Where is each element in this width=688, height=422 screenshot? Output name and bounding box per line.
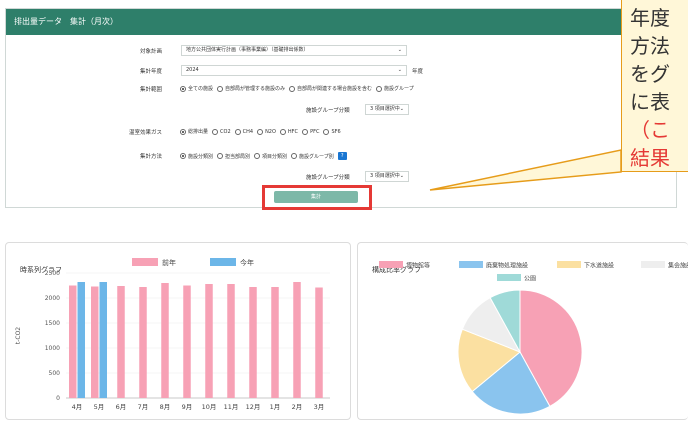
chevron-down-icon: ⌄ — [397, 67, 402, 73]
gas-radio-n2o[interactable] — [257, 128, 264, 135]
method-option-label: 担当部局別 — [225, 153, 251, 160]
method-radio-group: 施設分類別 担当部局別 項目分類別 施設グループ別 ? — [176, 152, 347, 160]
gas-radio-group: 総排出量 CO2 CH4 N2O HFC PFC SF6 — [176, 128, 341, 135]
gas-option-label: SF6 — [331, 128, 341, 135]
gas-radio-ch4[interactable] — [234, 128, 241, 135]
group-class-value: 3 項目選択中 — [370, 106, 400, 112]
scope-option-label: 自部局が関連する場合施設を含む — [297, 86, 373, 92]
chevron-down-icon: ⌄ — [399, 173, 404, 179]
gas-radio-sf6[interactable] — [323, 128, 330, 135]
method-radio-item-class[interactable] — [254, 153, 261, 159]
callout-box: 年度 方法 をグ に表 （こ 結果 — [621, 0, 688, 172]
method-option-label: 項目分類別 — [262, 153, 288, 160]
help-icon[interactable]: ? — [337, 152, 347, 160]
callout-line: 結果 — [630, 146, 670, 170]
scope-option-label: 全ての施設 — [188, 86, 214, 92]
scope-option-label: 施設グループ — [384, 86, 414, 92]
method-radio-facility-group[interactable] — [291, 153, 298, 159]
scope-radio-group-option[interactable] — [376, 85, 383, 92]
method-label: 集計方法 — [139, 154, 162, 160]
gas-option-label: PFC — [310, 128, 320, 135]
timeseries-card: 時系列グラフ — [5, 242, 351, 420]
group-class-label: 施設グループ分類 — [306, 108, 350, 114]
composition-title: 構成比率グラフ — [372, 266, 421, 274]
year-label: 集計年度 — [139, 69, 162, 75]
method-radio-department[interactable] — [217, 153, 224, 159]
chevron-down-icon: ⌄ — [397, 47, 402, 53]
group-class-select[interactable]: 3 項目選択中 ⌄ — [365, 104, 409, 115]
gas-option-label: CO2 — [220, 128, 231, 135]
callout-line: 方法 — [630, 34, 670, 58]
scope-label: 集計範囲 — [139, 87, 162, 93]
method-radio-facility-class[interactable] — [180, 153, 186, 159]
callout-line: に表 — [630, 90, 670, 114]
callout-line: をグ — [630, 62, 670, 86]
group-class-value-2: 3 項目選択中 — [370, 173, 400, 179]
scope-radio-related[interactable] — [289, 85, 296, 92]
plan-select-value: 地方公共団体実行計画（事務事業編）（基礎排出係数） — [186, 47, 309, 53]
gas-option-label: HFC — [287, 128, 299, 135]
scope-radio-all[interactable] — [180, 85, 186, 92]
year-select[interactable]: 2024 ⌄ — [181, 65, 407, 76]
scope-option-label: 自部局が管理する施設のみ — [225, 86, 286, 92]
callout-line: （こ — [630, 118, 670, 142]
scope-radio-group: 全ての施設 自部局が管理する施設のみ 自部局が関連する場合施設を含む 施設グルー… — [176, 85, 414, 92]
callout-line: 年度 — [630, 6, 670, 30]
gas-radio-hfc[interactable] — [279, 128, 286, 135]
gas-option-label: 総排出量 — [188, 129, 209, 135]
group-class-label-2: 施設グループ分類 — [306, 175, 350, 181]
method-option-label: 施設分類別 — [188, 153, 214, 160]
chevron-down-icon: ⌄ — [399, 106, 404, 112]
gas-radio-total[interactable] — [180, 128, 186, 135]
year-select-value: 2024 — [186, 67, 199, 73]
plan-select[interactable]: 地方公共団体実行計画（事務事業編）（基礎排出係数） ⌄ — [181, 45, 407, 56]
scope-radio-own[interactable] — [217, 85, 224, 92]
method-option-label: 施設グループ別 — [299, 153, 334, 160]
gas-radio-pfc[interactable] — [302, 128, 309, 135]
plan-label: 対象計画 — [139, 49, 162, 55]
gas-option-label: N2O — [265, 128, 276, 135]
panel-title: 排出量データ 集計（月次） — [6, 9, 676, 35]
highlight-box — [262, 185, 372, 210]
group-class-select-2[interactable]: 3 項目選択中 ⌄ — [365, 171, 409, 182]
gas-label: 温室効果ガス — [128, 130, 162, 136]
timeseries-title: 時系列グラフ — [20, 266, 62, 274]
year-suffix: 年度 — [412, 69, 424, 75]
gas-radio-co2[interactable] — [212, 128, 219, 135]
composition-card: 構成比率グラフ — [357, 242, 688, 420]
gas-option-label: CH4 — [242, 128, 254, 135]
